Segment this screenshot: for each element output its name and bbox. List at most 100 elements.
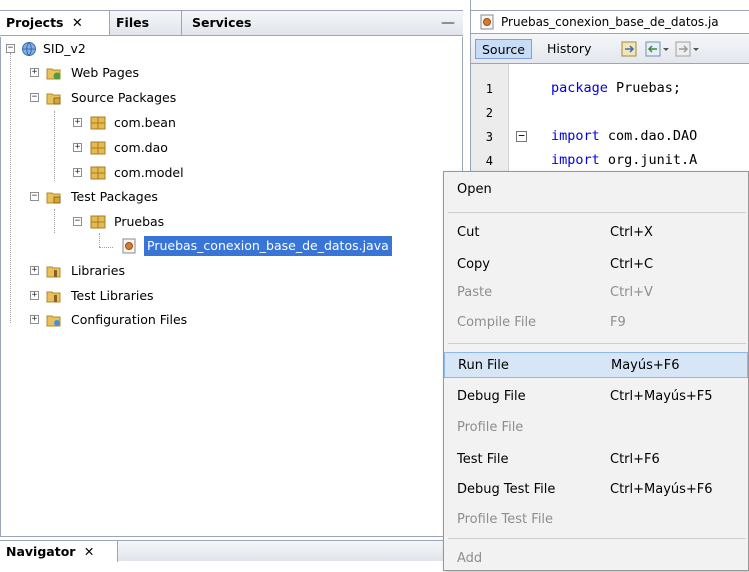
- collapse-icon[interactable]: −: [30, 93, 39, 102]
- libraries-folder-icon: [46, 266, 61, 278]
- menu-item-open[interactable]: Open: [444, 177, 749, 203]
- menu-item-label: Debug Test File: [457, 482, 556, 497]
- tab-files[interactable]: Files: [110, 11, 182, 35]
- tree-node-label: com.bean: [114, 115, 176, 130]
- line-number: 4: [485, 154, 493, 168]
- editor-toolbar: Source History: [471, 34, 749, 64]
- test-libraries-folder-icon: [46, 291, 61, 303]
- code-line[interactable]: import com.dao.DAO: [551, 128, 697, 144]
- tree-node-label: Pruebas_conexion_base_de_datos.java: [144, 236, 392, 256]
- tab-projects[interactable]: Projects ✕: [0, 11, 110, 35]
- tree-node-label: Web Pages: [71, 65, 139, 80]
- code-text: com.dao.DAO: [599, 128, 698, 144]
- menu-item-cut[interactable]: Cut Ctrl+X: [444, 220, 749, 246]
- tree-node-label: Configuration Files: [71, 312, 188, 327]
- menu-item-shortcut: Ctrl+F6: [610, 452, 660, 467]
- tree-node-test-libraries[interactable]: + Test Libraries: [1, 286, 301, 306]
- fold-icon[interactable]: −: [516, 130, 527, 142]
- package-icon: [90, 116, 106, 130]
- navigator-tabbar: Navigator ✕: [0, 540, 463, 562]
- source-packages-folder-icon: [46, 93, 61, 105]
- line-number: 1: [485, 82, 493, 96]
- menu-item-debug-test-file[interactable]: Debug Test File Ctrl+Mayús+F6: [444, 477, 749, 503]
- code-line[interactable]: package Pruebas;: [551, 80, 681, 96]
- editor-tab-title: Pruebas_conexion_base_de_datos.ja: [501, 15, 719, 29]
- tree-node-label: Libraries: [71, 263, 125, 278]
- menu-item-label: Profile Test File: [457, 512, 554, 527]
- menu-item-shortcut: Ctrl+X: [610, 225, 653, 240]
- collapse-icon[interactable]: −: [6, 44, 15, 53]
- tree-node-configuration-files[interactable]: + Configuration Files: [1, 310, 301, 330]
- close-icon[interactable]: ✕: [72, 16, 83, 31]
- tree-node-com-model[interactable]: + com.model: [1, 163, 301, 183]
- tree-node-source-packages[interactable]: − Source Packages: [1, 88, 301, 108]
- menu-item-paste[interactable]: Paste Ctrl+V: [444, 280, 749, 306]
- back-icon[interactable]: [645, 41, 669, 57]
- menu-item-debug-file[interactable]: Debug File Ctrl+Mayús+F5: [444, 384, 749, 410]
- code-text: org.junit.A: [599, 152, 698, 168]
- tree-node-pruebas[interactable]: − Pruebas: [1, 212, 301, 232]
- tree-node-sid-v2[interactable]: − SID_v2: [1, 39, 301, 59]
- package-icon: [90, 141, 106, 155]
- tree-node-label: com.dao: [114, 140, 168, 155]
- expand-icon[interactable]: +: [30, 68, 39, 77]
- tree-node-libraries[interactable]: + Libraries: [1, 261, 301, 281]
- menu-item-label: Paste: [457, 285, 493, 300]
- menu-item-test-file[interactable]: Test File Ctrl+F6: [444, 447, 749, 473]
- tab-navigator[interactable]: Navigator ✕: [0, 541, 118, 562]
- expand-icon[interactable]: +: [30, 266, 39, 275]
- menu-item-shortcut: Ctrl+Mayús+F6: [610, 482, 713, 497]
- menu-item-shortcut: Ctrl+C: [610, 257, 654, 272]
- menu-item-label: Debug File: [457, 389, 526, 404]
- projects-tabbar: Projects ✕ Files Services —: [0, 10, 463, 36]
- history-button[interactable]: History: [541, 39, 597, 59]
- tab-services-label: Services: [192, 15, 252, 30]
- source-button[interactable]: Source: [475, 39, 532, 59]
- package-icon: [90, 215, 106, 229]
- expand-icon[interactable]: +: [30, 315, 39, 324]
- menu-item-copy[interactable]: Copy Ctrl+C: [444, 252, 749, 278]
- menu-item-label: Compile File: [457, 315, 537, 330]
- code-line[interactable]: import org.junit.A: [551, 152, 697, 168]
- collapse-icon[interactable]: −: [73, 217, 82, 226]
- menu-item-profile-file[interactable]: Profile File: [444, 415, 749, 441]
- menu-item-shortcut: Ctrl+Mayús+F5: [610, 389, 713, 404]
- menu-item-shortcut: Ctrl+V: [610, 285, 653, 300]
- editor-tab[interactable]: Pruebas_conexion_base_de_datos.ja: [471, 10, 749, 34]
- menu-item-add[interactable]: Add: [444, 546, 749, 572]
- close-icon[interactable]: ✕: [84, 544, 94, 559]
- expand-icon[interactable]: +: [30, 291, 39, 300]
- tree-node-com-bean[interactable]: + com.bean: [1, 113, 301, 133]
- java-file-icon: [480, 14, 494, 30]
- tree-node-selected-java-file[interactable]: Pruebas_conexion_base_de_datos.java: [1, 236, 464, 256]
- menu-separator: [448, 343, 746, 344]
- tab-services[interactable]: Services: [182, 11, 302, 35]
- keyword: import: [551, 128, 600, 144]
- tree-node-label: com.model: [114, 165, 184, 180]
- collapse-icon[interactable]: −: [30, 192, 39, 201]
- menu-item-shortcut: F9: [610, 315, 626, 330]
- menu-item-profile-test-file[interactable]: Profile Test File: [444, 507, 749, 533]
- tree-node-web-pages[interactable]: + Web Pages: [1, 63, 301, 83]
- keyword: import: [551, 152, 600, 168]
- expand-icon[interactable]: +: [73, 118, 82, 127]
- tab-navigator-label: Navigator: [6, 544, 76, 559]
- last-edit-icon[interactable]: [621, 41, 639, 57]
- menu-item-compile-file[interactable]: Compile File F9: [444, 310, 749, 336]
- menu-item-run-file[interactable]: Run File Mayús+F6: [444, 352, 748, 378]
- tree-node-com-dao[interactable]: + com.dao: [1, 138, 301, 158]
- expand-icon[interactable]: +: [73, 168, 82, 177]
- tab-projects-label: Projects: [6, 15, 64, 30]
- menu-item-label: Cut: [457, 225, 480, 240]
- menu-item-shortcut: Mayús+F6: [611, 358, 680, 373]
- minimize-icon[interactable]: —: [441, 14, 455, 32]
- project-tree: − SID_v2 + Web Pages − Source Packages +…: [0, 37, 463, 537]
- tree-node-label: Source Packages: [71, 90, 177, 105]
- configuration-folder-icon: [46, 315, 61, 327]
- java-file-icon: [122, 238, 136, 254]
- tree-node-test-packages[interactable]: − Test Packages: [1, 187, 301, 207]
- tree-node-label: Pruebas: [114, 214, 165, 229]
- expand-icon[interactable]: +: [73, 143, 82, 152]
- forward-icon[interactable]: [675, 41, 699, 57]
- tree-node-label: SID_v2: [43, 41, 86, 56]
